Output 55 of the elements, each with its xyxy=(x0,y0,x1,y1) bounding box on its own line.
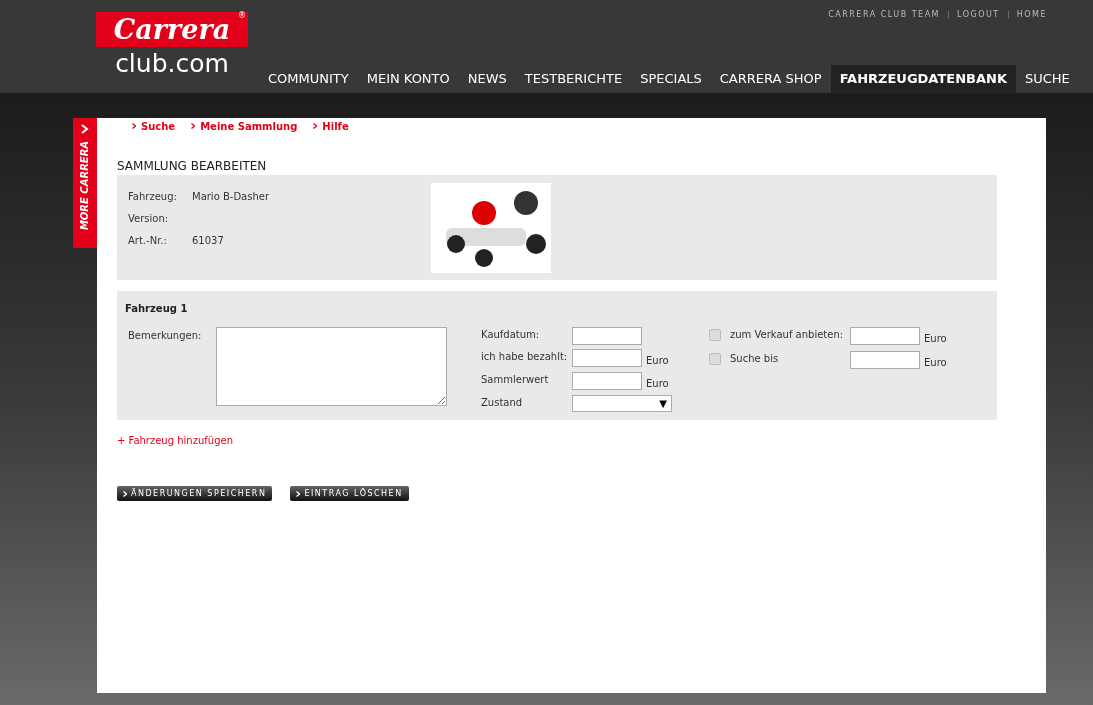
input-field[interactable] xyxy=(572,349,642,367)
nav-tab[interactable]: SPECIALS xyxy=(631,65,711,93)
nav-tab[interactable]: COMMUNITY xyxy=(259,65,358,93)
info-label: Version: xyxy=(128,212,170,224)
currency-label: Euro xyxy=(924,332,947,346)
input-field[interactable] xyxy=(572,327,642,345)
chevron-right-icon xyxy=(123,490,127,497)
condition-dropdown[interactable]: ▼ xyxy=(572,395,672,412)
chevron-right-icon xyxy=(313,123,318,129)
nav-tab[interactable]: SUCHE xyxy=(1015,65,1079,93)
field-label: Zustand xyxy=(481,396,524,410)
chevron-right-icon xyxy=(132,123,136,129)
input-field[interactable] xyxy=(572,372,642,390)
currency-label: Euro xyxy=(646,354,669,368)
logo-site-name: club.com xyxy=(115,51,229,76)
side-tab-label: MORE CARRERA xyxy=(78,140,92,230)
input-field[interactable] xyxy=(850,351,920,369)
input-field[interactable] xyxy=(850,327,920,345)
nav-tab[interactable]: NEWS xyxy=(458,65,516,93)
nav-tab[interactable]: FAHRZEUGDATENBANK xyxy=(830,65,1016,93)
checkbox[interactable] xyxy=(709,329,721,341)
remarks-label: Bemerkungen: xyxy=(128,329,202,343)
top-link[interactable]: HOME xyxy=(1016,9,1047,21)
info-value: Mario B-Dasher xyxy=(192,190,270,202)
info-label: Fahrzeug: xyxy=(128,190,178,202)
action-button[interactable]: EINTRAG LÖSCHEN xyxy=(290,486,409,501)
top-link[interactable]: CARRERA CLUB TEAM xyxy=(828,9,940,21)
logo-wordmark: Carrera xyxy=(113,16,231,43)
chevron-right-icon xyxy=(191,123,196,129)
subnav-link[interactable]: Suche xyxy=(141,118,176,134)
info-label: Art.-Nr.: xyxy=(128,234,168,246)
add-vehicle-link[interactable]: + Fahrzeug hinzufügen xyxy=(117,433,997,448)
nav-tab[interactable]: TESTBERICHTE xyxy=(515,65,632,93)
currency-label: Euro xyxy=(646,377,669,391)
nav-tab[interactable]: MEIN KONTO xyxy=(357,65,459,93)
checkbox[interactable] xyxy=(709,353,721,365)
top-link[interactable]: LOGOUT xyxy=(957,9,1000,21)
vehicle-title: Fahrzeug 1 xyxy=(125,302,188,316)
subnav-link[interactable]: Meine Sammlung xyxy=(200,118,298,134)
checkbox-label: Suche bis xyxy=(730,352,780,366)
chevron-right-icon xyxy=(81,124,89,134)
field-label: ich habe bezahlt: xyxy=(481,350,569,364)
registered-mark: ® xyxy=(238,12,246,20)
subnav-link[interactable]: Hilfe xyxy=(322,118,349,134)
info-value: 61037 xyxy=(192,234,224,246)
field-label: Sammlerwert xyxy=(481,373,550,387)
remarks-field[interactable] xyxy=(216,327,447,406)
action-button[interactable]: ÄNDERUNGEN SPEICHERN xyxy=(117,486,273,501)
page-heading: SAMMLUNG BEARBEITEN xyxy=(117,160,268,172)
chevron-right-icon xyxy=(296,490,301,497)
side-tab[interactable]: MORE CARRERA xyxy=(73,118,97,248)
field-label: Kaufdatum: xyxy=(481,328,541,342)
checkbox-label: zum Verkauf anbieten: xyxy=(730,328,845,342)
currency-label: Euro xyxy=(924,356,947,370)
nav-tab[interactable]: CARRERA SHOP xyxy=(710,65,831,93)
